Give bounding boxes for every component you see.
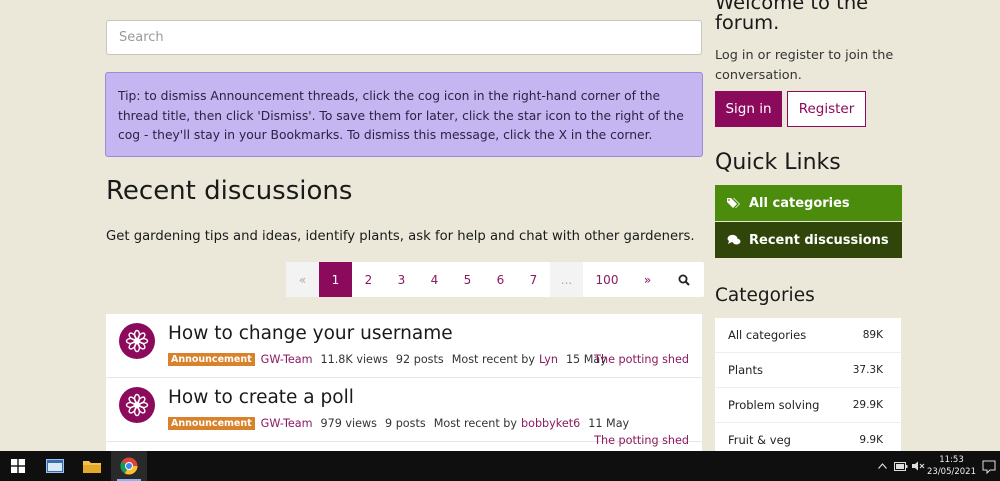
category-count: 9.9K	[859, 434, 883, 446]
categories-heading: Categories	[715, 285, 815, 306]
views-count: 979 views	[320, 417, 378, 430]
discussion-title[interactable]: How to create a poll	[168, 387, 354, 408]
category-name: Problem solving	[728, 398, 820, 412]
author-link[interactable]: GW-Team	[261, 353, 313, 366]
quick-link-recent-discussions[interactable]: Recent discussions	[715, 222, 902, 258]
pagination: « 1 2 3 4 5 6 7 ... 100 »	[286, 262, 704, 297]
category-name: All categories	[728, 328, 807, 342]
notification-icon[interactable]	[982, 459, 996, 475]
chrome-icon	[120, 457, 138, 475]
most-recent-label: Most recent by	[433, 417, 517, 430]
windows-icon	[11, 459, 25, 473]
quick-link-label: Recent discussions	[749, 232, 889, 248]
avatar[interactable]	[119, 323, 155, 359]
recent-user-link[interactable]: bobbyket6	[521, 417, 580, 430]
category-count: 89K	[862, 329, 883, 341]
pagination-page-5[interactable]: 5	[451, 262, 484, 297]
tip-text: Tip: to dismiss Announcement threads, cl…	[118, 89, 684, 142]
page-title: Recent discussions	[106, 176, 353, 206]
clock-date: 23/05/2021	[927, 467, 976, 477]
category-count: 37.3K	[852, 364, 883, 376]
flower-icon	[125, 393, 149, 417]
most-recent-label: Most recent by	[451, 353, 536, 366]
pagination-page-last[interactable]: 100	[583, 262, 631, 297]
tags-icon	[727, 197, 741, 209]
recent-user-link[interactable]: Lyn	[539, 353, 558, 366]
views-count: 11.8K views	[320, 353, 388, 366]
quick-link-label: All categories	[749, 195, 850, 211]
announcement-badge: Announcement	[168, 417, 255, 430]
discussion-meta: Announcement GW-Team 979 views 9 posts M…	[168, 417, 629, 430]
chevron-up-icon[interactable]	[876, 463, 888, 469]
system-tray	[876, 451, 925, 481]
folder-icon	[83, 461, 101, 473]
category-item-fruit-veg[interactable]: Fruit & veg 9.9K	[715, 423, 901, 451]
pagination-search-icon[interactable]	[664, 262, 704, 297]
category-name: Plants	[728, 363, 763, 377]
discussion-item[interactable]: How to create a poll Announcement GW-Tea…	[106, 378, 702, 447]
speaker-muted-icon[interactable]	[912, 461, 925, 471]
pagination-page-2[interactable]: 2	[352, 262, 385, 297]
register-button[interactable]: Register	[787, 91, 866, 127]
discussion-title[interactable]: How to change your username	[168, 323, 453, 344]
recent-date: 11 May	[588, 417, 630, 430]
window-icon	[46, 459, 64, 473]
taskbar: 11:53 23/05/2021	[0, 451, 1000, 481]
announcement-badge: Announcement	[168, 353, 255, 366]
pagination-page-7[interactable]: 7	[517, 262, 550, 297]
flower-icon	[125, 329, 149, 353]
windows-start-button[interactable]	[0, 451, 36, 481]
quick-links-heading: Quick Links	[715, 150, 841, 175]
category-item-all[interactable]: All categories 89K	[715, 318, 901, 353]
battery-icon[interactable]	[894, 461, 908, 471]
avatar[interactable]	[119, 387, 155, 423]
posts-count: 9 posts	[385, 417, 426, 430]
pagination-prev[interactable]: «	[286, 262, 319, 297]
login-prompt: Log in or register to join the conversat…	[715, 48, 894, 83]
pagination-page-6[interactable]: 6	[484, 262, 517, 297]
taskbar-window-app[interactable]	[37, 451, 73, 481]
category-list: All categories 89K Plants 37.3K Problem …	[715, 318, 901, 451]
discussion-list: How to change your username Announcement…	[106, 314, 702, 451]
category-link[interactable]: The potting shed	[594, 434, 689, 447]
pagination-page-4[interactable]: 4	[418, 262, 451, 297]
pagination-ellipsis: ...	[550, 262, 583, 297]
file-explorer-button[interactable]	[74, 451, 110, 481]
clock-time: 11:53	[939, 455, 964, 465]
category-link[interactable]: The potting shed	[594, 353, 689, 366]
chrome-taskbar-button[interactable]	[111, 451, 147, 481]
pagination-page-3[interactable]: 3	[385, 262, 418, 297]
comments-icon	[727, 234, 741, 246]
discussion-item[interactable]: How to change your username Announcement…	[106, 314, 702, 378]
page-description: Get gardening tips and ideas, identify p…	[106, 229, 695, 244]
search-input[interactable]	[106, 20, 702, 55]
category-name: Fruit & veg	[728, 433, 791, 447]
posts-count: 92 posts	[395, 353, 444, 366]
pagination-next[interactable]: »	[631, 262, 664, 297]
clock[interactable]: 11:53 23/05/2021	[927, 454, 976, 478]
category-item-plants[interactable]: Plants 37.3K	[715, 353, 901, 388]
category-count: 29.9K	[852, 399, 883, 411]
tip-banner: Tip: to dismiss Announcement threads, cl…	[105, 72, 703, 157]
author-link[interactable]: GW-Team	[261, 417, 313, 430]
sign-in-button[interactable]: Sign in	[715, 91, 782, 127]
quick-link-all-categories[interactable]: All categories	[715, 185, 902, 221]
welcome-heading-cont: forum.	[715, 11, 780, 34]
category-item-problem-solving[interactable]: Problem solving 29.9K	[715, 388, 901, 423]
discussion-meta: Announcement GW-Team 11.8K views 92 post…	[168, 353, 607, 366]
pagination-page-1[interactable]: 1	[319, 262, 352, 297]
